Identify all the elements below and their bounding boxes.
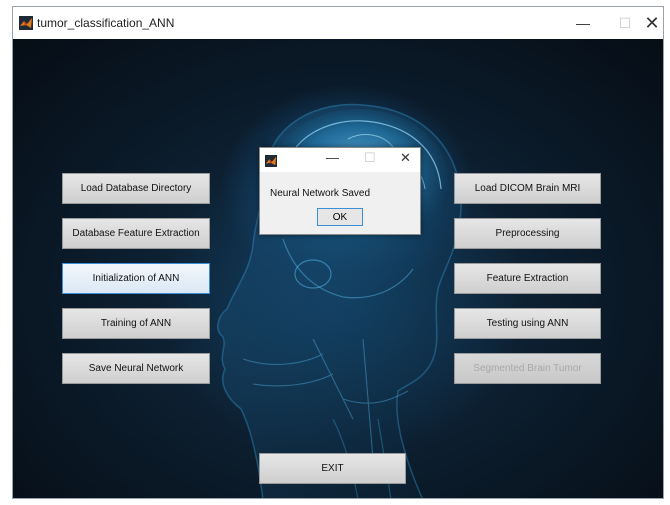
app-window: tumor_classification_ANN — ☐ ✕ Load Data… [12,6,664,499]
matlab-logo-icon [265,155,277,167]
dialog-title-bar[interactable]: — ☐ ✕ [260,148,420,172]
ok-button[interactable]: OK [317,208,363,226]
testing-using-ann-button[interactable]: Testing using ANN [454,308,601,339]
preprocessing-button[interactable]: Preprocessing [454,218,601,249]
save-neural-network-button[interactable]: Save Neural Network [62,353,210,384]
dialog-close-button[interactable]: ✕ [400,150,411,166]
window-title: tumor_classification_ANN [37,16,175,30]
minimize-button[interactable]: — [561,9,605,37]
exit-button[interactable]: EXIT [259,453,406,484]
matlab-logo-icon [19,16,33,30]
feature-extraction-button[interactable]: Feature Extraction [454,263,601,294]
title-bar[interactable]: tumor_classification_ANN — ☐ ✕ [13,7,663,39]
dialog-maximize-button[interactable]: ☐ [364,150,376,166]
load-database-directory-button[interactable]: Load Database Directory [62,173,210,204]
main-panel: Load Database Directory Database Feature… [13,39,663,498]
close-button[interactable]: ✕ [639,9,663,37]
segmented-brain-tumor-button[interactable]: Segmented Brain Tumor [454,353,601,384]
database-feature-extraction-button[interactable]: Database Feature Extraction [62,218,210,249]
load-dicom-brain-mri-button[interactable]: Load DICOM Brain MRI [454,173,601,204]
initialization-of-ann-button[interactable]: Initialization of ANN [62,263,210,294]
neural-network-saved-dialog: — ☐ ✕ Neural Network Saved OK [259,147,421,235]
training-of-ann-button[interactable]: Training of ANN [62,308,210,339]
dialog-minimize-button[interactable]: — [326,150,339,165]
dialog-message: Neural Network Saved [270,188,371,199]
